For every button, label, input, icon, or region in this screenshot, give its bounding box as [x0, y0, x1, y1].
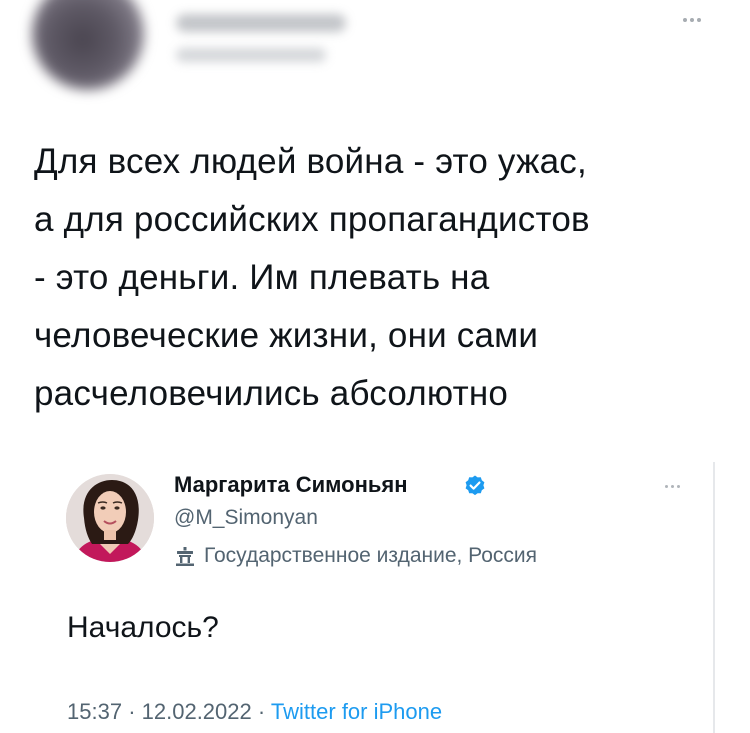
quoted-tweet-meta: 15:37 · 12.02.2022 · Twitter for iPhone — [67, 699, 442, 725]
tweet-screenshot: Для всех людей война - это ужас, а для р… — [0, 0, 750, 733]
quoted-author-name[interactable]: Маргарита Симоньян — [174, 472, 408, 498]
author-handle-blurred[interactable] — [176, 48, 326, 62]
avatar-portrait-icon — [66, 474, 154, 562]
tweet-text-line: расчеловечились абсолютно — [34, 374, 509, 413]
tweet-time[interactable]: 15:37 — [67, 699, 122, 724]
verified-badge-icon — [465, 475, 485, 496]
quoted-tweet-text: Началось? — [67, 611, 219, 644]
tweet-text-line: Для всех людей война - это ужас, — [34, 142, 587, 181]
author-avatar-blurred[interactable] — [32, 0, 144, 90]
state-media-label[interactable]: Государственное издание, Россия — [204, 544, 537, 568]
tweet-source-link[interactable]: Twitter for iPhone — [271, 699, 442, 724]
more-options-icon[interactable] — [683, 18, 701, 22]
tweet-text-line: человеческие жизни, они сами — [34, 316, 539, 355]
quoted-author-handle[interactable]: @M_Simonyan — [174, 506, 318, 530]
meta-separator: · — [128, 699, 136, 724]
tweet-text: Для всех людей война - это ужас, а для р… — [34, 133, 724, 423]
quote-more-options-icon[interactable] — [665, 485, 680, 488]
quoted-author-avatar[interactable] — [66, 474, 154, 562]
tweet-text-line: а для российских пропагандистов — [34, 200, 590, 239]
tweet-date[interactable]: 12.02.2022 — [142, 699, 252, 724]
tweet-text-line: - это деньги. Им плевать на — [34, 258, 490, 297]
author-name-blurred[interactable] — [176, 14, 346, 32]
quote-card-border — [713, 462, 715, 733]
state-media-icon — [176, 547, 194, 566]
meta-separator: · — [257, 699, 266, 724]
